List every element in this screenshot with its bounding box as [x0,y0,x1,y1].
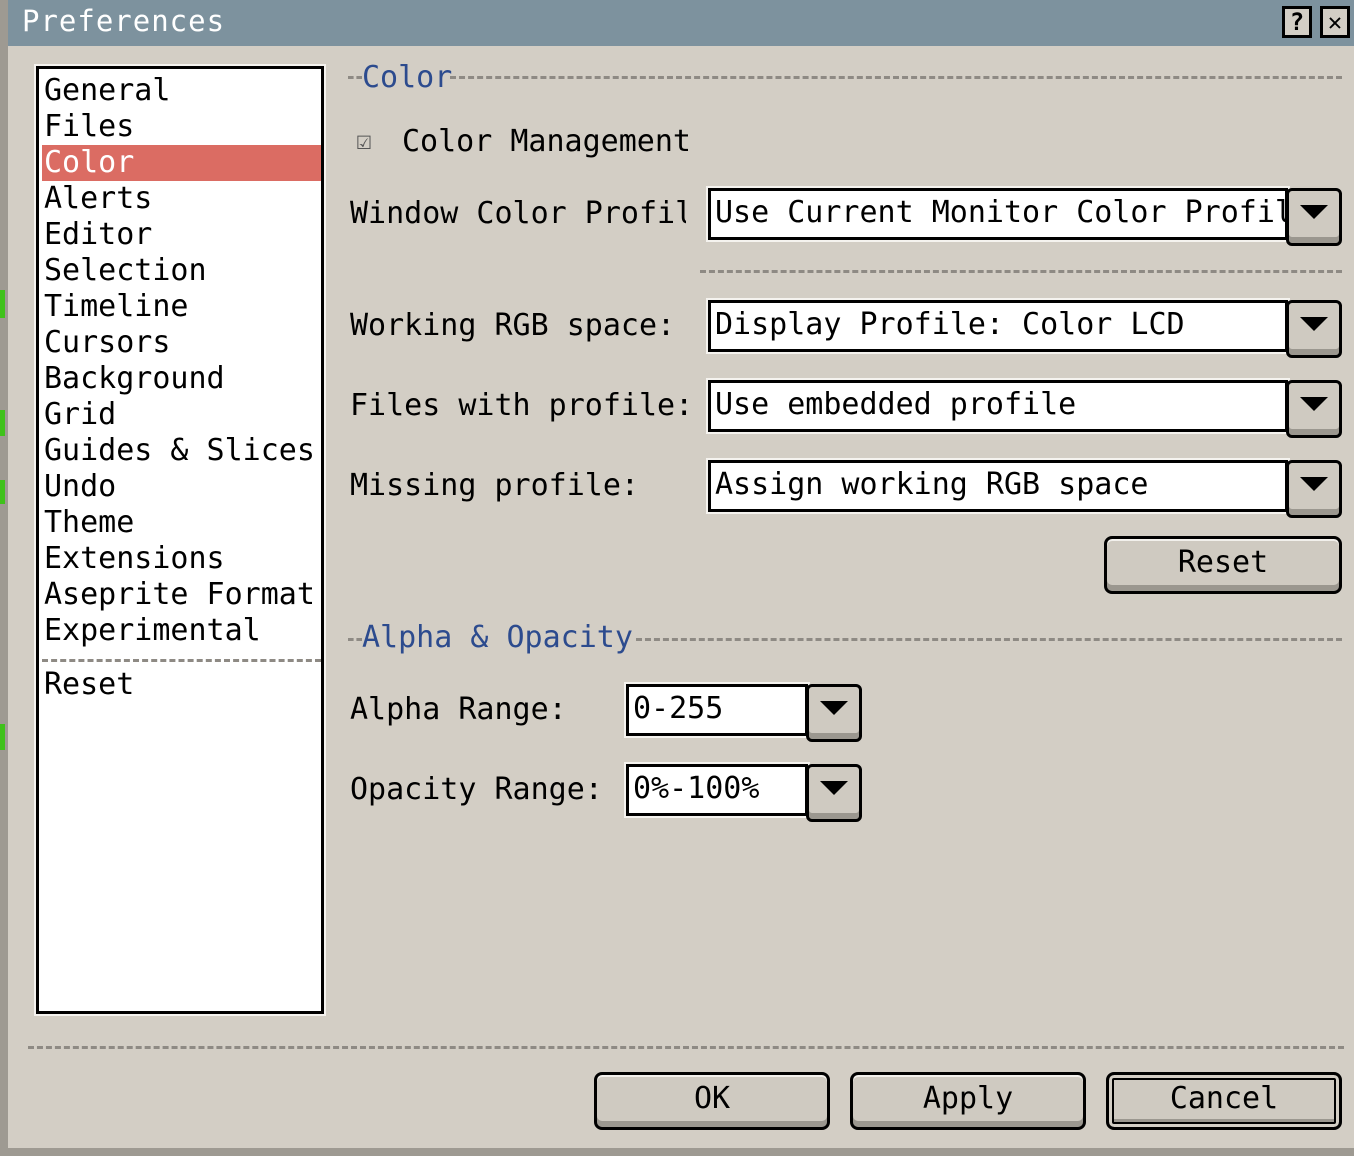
window-title: Preferences [22,4,226,38]
close-button[interactable]: ✕ [1320,6,1350,38]
chevron-down-icon [1300,317,1328,331]
files-with-profile-label: Files with profile: [350,388,694,423]
sidebar-item-cursors[interactable]: Cursors [42,325,321,361]
chevron-down-icon [1300,397,1328,411]
help-icon: ? [1289,8,1305,36]
sidebar-item-experimental[interactable]: Experimental [42,613,321,649]
preferences-category-list[interactable]: General Files Color Alerts Editor Select… [36,66,324,1014]
files-with-profile-value[interactable]: Use embedded profile [708,380,1288,432]
sidebar-item-extensions[interactable]: Extensions [42,541,321,577]
window-color-profile-dropdown-button[interactable] [1286,188,1342,246]
working-rgb-space-dropdown-button[interactable] [1286,300,1342,358]
window-color-profile-label: Window Color Profile [350,196,686,231]
sidebar-item-aseprite-format[interactable]: Aseprite Format [42,577,321,613]
window-color-profile-value[interactable]: Use Current Monitor Color Profile [708,188,1288,240]
cancel-button[interactable]: Cancel [1106,1072,1342,1130]
sidebar-item-general[interactable]: General [42,73,321,109]
chevron-down-icon [1300,477,1328,491]
section-divider [348,638,362,641]
opacity-range-label: Opacity Range: [350,772,603,807]
apply-button[interactable]: Apply [850,1072,1086,1130]
opacity-range-value[interactable]: 0%-100% [626,764,808,816]
chevron-down-icon [820,781,848,795]
sidebar-item-background[interactable]: Background [42,361,321,397]
chevron-down-icon [1300,205,1328,219]
sidebar-item-color[interactable]: Color [42,145,321,181]
opacity-range-dropdown-button[interactable] [806,764,862,822]
title-bar[interactable]: Preferences ? ✕ [8,0,1354,46]
sidebar-item-editor[interactable]: Editor [42,217,321,253]
sidebar-reset-item[interactable]: Reset [42,667,321,703]
window-left-edge [0,0,8,1156]
sidebar-item-undo[interactable]: Undo [42,469,321,505]
sidebar-divider [42,659,321,662]
files-with-profile-dropdown-button[interactable] [1286,380,1342,438]
section-divider [348,76,362,79]
color-management-label: Color Management [402,124,691,159]
alpha-range-dropdown-button[interactable] [806,684,862,742]
ok-button[interactable]: OK [594,1072,830,1130]
color-management-checkbox[interactable]: ☑ [356,128,382,154]
alpha-range-label: Alpha Range: [350,692,567,727]
sidebar-item-selection[interactable]: Selection [42,253,321,289]
working-rgb-space-label: Working RGB space: [350,308,676,343]
missing-profile-dropdown-button[interactable] [1286,460,1342,518]
section-divider [636,638,1342,641]
sidebar-item-alerts[interactable]: Alerts [42,181,321,217]
sidebar-item-files[interactable]: Files [42,109,321,145]
help-button[interactable]: ? [1282,6,1312,38]
color-reset-button[interactable]: Reset [1104,536,1342,594]
sidebar-item-timeline[interactable]: Timeline [42,289,321,325]
checkmark-icon: ☑ [356,126,372,156]
sidebar-item-grid[interactable]: Grid [42,397,321,433]
window-bottom-edge [8,1148,1354,1156]
footer-divider [28,1046,1344,1049]
section-divider [700,270,1342,273]
missing-profile-label: Missing profile: [350,468,639,503]
working-rgb-space-value[interactable]: Display Profile: Color LCD [708,300,1288,352]
alpha-range-value[interactable]: 0-255 [626,684,808,736]
sidebar-item-guides-slices[interactable]: Guides & Slices [42,433,321,469]
sidebar-item-theme[interactable]: Theme [42,505,321,541]
missing-profile-value[interactable]: Assign working RGB space [708,460,1288,512]
section-divider [450,76,1342,79]
section-title-color: Color [362,60,453,95]
close-icon: ✕ [1327,8,1343,36]
chevron-down-icon [820,701,848,715]
section-title-alpha-opacity: Alpha & Opacity [362,620,633,655]
